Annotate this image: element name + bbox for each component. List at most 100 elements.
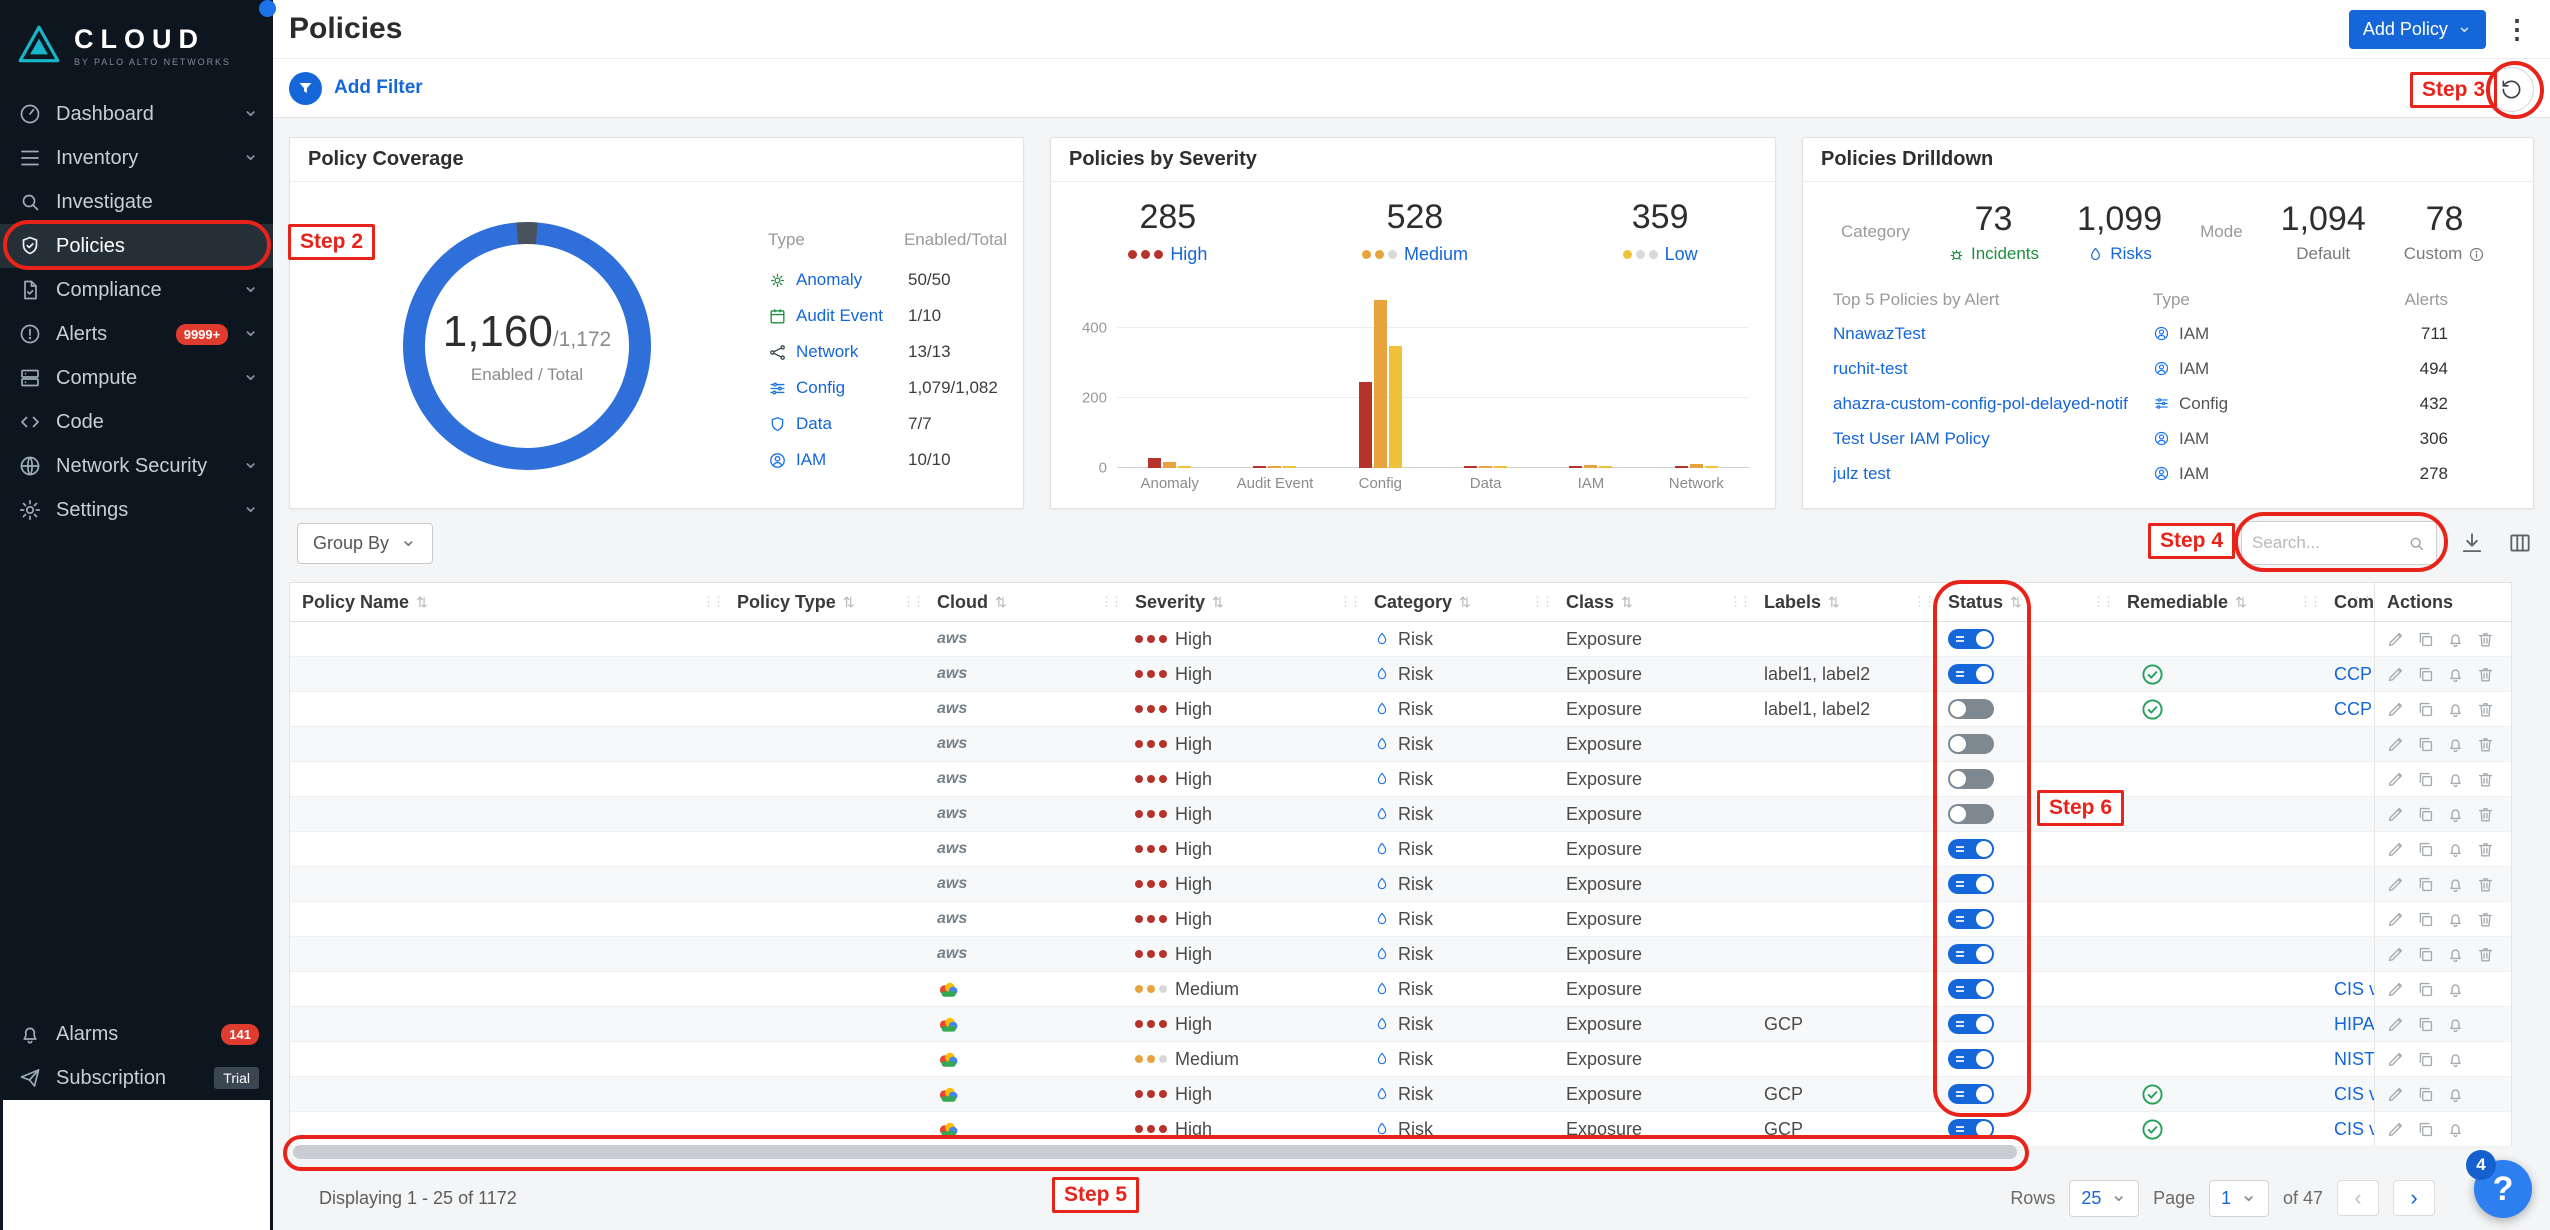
column-header-policy_name[interactable]: Policy Name ⇅ ⋮⋮ bbox=[290, 583, 725, 621]
sidebar-item-policies[interactable]: Policies bbox=[0, 224, 273, 268]
sort-icon[interactable]: ⇅ bbox=[2235, 594, 2247, 611]
compliance-link[interactable]: CIS v bbox=[2322, 1112, 2374, 1146]
compliance-link[interactable]: HIPA bbox=[2322, 1007, 2374, 1041]
incidents-link[interactable]: Incidents bbox=[1948, 244, 2039, 264]
rows-per-page-select[interactable]: 25 ⌄ bbox=[2069, 1179, 2140, 1217]
coverage-type-link[interactable]: Data bbox=[768, 414, 908, 434]
policy-link[interactable]: ruchit-test bbox=[1833, 359, 2153, 379]
cell-policy-name bbox=[290, 937, 725, 971]
status-toggle[interactable] bbox=[1948, 944, 1994, 964]
column-header-remediable[interactable]: Remediable ⇅ ⋮⋮ bbox=[2115, 583, 2322, 621]
sort-icon[interactable]: ⇅ bbox=[995, 594, 1007, 611]
column-resize-handle[interactable]: ⋮⋮ bbox=[1913, 594, 1936, 610]
coverage-type-link[interactable]: Audit Event bbox=[768, 306, 908, 326]
policy-link[interactable]: NnawazTest bbox=[1833, 324, 2153, 344]
column-resize-handle[interactable]: ⋮⋮ bbox=[1339, 594, 1362, 610]
add-policy-button[interactable]: Add Policy ⌄ bbox=[2348, 9, 2486, 49]
column-resize-handle[interactable]: ⋮⋮ bbox=[902, 594, 925, 610]
sidebar-item-compute[interactable]: Compute ⌄ bbox=[0, 356, 273, 400]
page-select[interactable]: 1 ⌄ bbox=[2209, 1179, 2269, 1217]
sidebar-item-alerts[interactable]: Alerts 9999+ ⌄ bbox=[0, 312, 273, 356]
add-filter-button[interactable]: Add Filter bbox=[334, 77, 423, 99]
cell-category: Risk bbox=[1362, 1112, 1554, 1146]
sidebar-item-network-security[interactable]: Network Security ⌄ bbox=[0, 444, 273, 488]
sidebar-item-code[interactable]: Code bbox=[0, 400, 273, 444]
severity-link[interactable]: Low bbox=[1622, 244, 1698, 265]
column-header-cloud[interactable]: Cloud ⇅ ⋮⋮ bbox=[925, 583, 1123, 621]
column-resize-handle[interactable]: ⋮⋮ bbox=[1531, 594, 1554, 610]
download-button[interactable] bbox=[2459, 530, 2485, 556]
sidebar-item-compliance[interactable]: Compliance ⌄ bbox=[0, 268, 273, 312]
sort-icon[interactable]: ⇅ bbox=[416, 594, 428, 611]
column-resize-handle[interactable]: ⋮⋮ bbox=[2092, 594, 2115, 610]
column-header-status[interactable]: Status ⇅ ⋮⋮ bbox=[1936, 583, 2115, 621]
status-toggle[interactable] bbox=[1948, 1119, 1994, 1139]
status-toggle[interactable] bbox=[1948, 1049, 1994, 1069]
sort-icon[interactable]: ⇅ bbox=[1459, 594, 1471, 611]
status-toggle[interactable] bbox=[1948, 734, 1994, 754]
status-toggle[interactable] bbox=[1948, 629, 1994, 649]
sidebar-item-label: Policies bbox=[56, 234, 125, 257]
sort-icon[interactable]: ⇅ bbox=[1828, 594, 1840, 611]
search-input[interactable] bbox=[2252, 533, 2401, 553]
severity-link[interactable]: Medium bbox=[1361, 244, 1468, 265]
status-toggle[interactable] bbox=[1948, 664, 1994, 684]
column-resize-handle[interactable]: ⋮⋮ bbox=[2299, 594, 2322, 610]
compliance-link[interactable]: CIS v bbox=[2322, 1077, 2374, 1111]
status-toggle[interactable] bbox=[1948, 699, 1994, 719]
risks-link[interactable]: Risks bbox=[2077, 244, 2162, 264]
sidebar-item-inventory[interactable]: Inventory ⌄ bbox=[0, 136, 273, 180]
sidebar-item-alarms[interactable]: Alarms 141 bbox=[0, 1012, 273, 1056]
kebab-menu-button[interactable]: ⋮ bbox=[2500, 12, 2534, 46]
column-resize-handle[interactable]: ⋮⋮ bbox=[1729, 594, 1752, 610]
sidebar-item-subscription[interactable]: Subscription Trial bbox=[0, 1056, 273, 1100]
compliance-link[interactable]: CIS v bbox=[2322, 972, 2374, 1006]
policy-link[interactable]: Test User IAM Policy bbox=[1833, 429, 2153, 449]
cell-status bbox=[1936, 902, 2115, 936]
reset-filters-button[interactable] bbox=[2489, 67, 2534, 112]
status-toggle[interactable] bbox=[1948, 839, 1994, 859]
column-header-compliance[interactable]: Comp⋮⋮ bbox=[2322, 583, 2374, 621]
column-header-class[interactable]: Class ⇅ ⋮⋮ bbox=[1554, 583, 1752, 621]
sidebar-item-dashboard[interactable]: Dashboard ⌄ bbox=[0, 92, 273, 136]
policy-link[interactable]: julz test bbox=[1833, 464, 2153, 484]
coverage-type-link[interactable]: IAM bbox=[768, 450, 908, 470]
previous-page-button[interactable]: ‹ bbox=[2337, 1180, 2379, 1216]
column-header-policy_type[interactable]: Policy Type ⇅ ⋮⋮ bbox=[725, 583, 925, 621]
status-toggle[interactable] bbox=[1948, 769, 1994, 789]
column-resize-handle[interactable]: ⋮⋮ bbox=[1100, 594, 1123, 610]
horizontal-scrollbar[interactable] bbox=[293, 1145, 2017, 1159]
sort-icon[interactable]: ⇅ bbox=[1212, 594, 1224, 611]
compliance-link[interactable]: NIST bbox=[2322, 1042, 2374, 1076]
severity-link[interactable]: High bbox=[1128, 244, 1207, 265]
column-resize-handle[interactable]: ⋮⋮ bbox=[702, 594, 725, 610]
status-toggle[interactable] bbox=[1948, 979, 1994, 999]
column-header-labels[interactable]: Labels ⇅ ⋮⋮ bbox=[1752, 583, 1936, 621]
risk-icon bbox=[1374, 1016, 1390, 1032]
sort-icon[interactable]: ⇅ bbox=[1621, 594, 1633, 611]
column-header-actions[interactable]: Actions bbox=[2374, 583, 2510, 621]
status-toggle[interactable] bbox=[1948, 804, 1994, 824]
status-toggle[interactable] bbox=[1948, 909, 1994, 929]
column-settings-button[interactable] bbox=[2507, 530, 2533, 556]
status-toggle[interactable] bbox=[1948, 1084, 1994, 1104]
sort-icon[interactable]: ⇅ bbox=[2010, 594, 2022, 611]
column-header-category[interactable]: Category ⇅ ⋮⋮ bbox=[1362, 583, 1554, 621]
compliance-link[interactable]: CCP bbox=[2322, 692, 2374, 726]
status-toggle[interactable] bbox=[1948, 1014, 1994, 1034]
help-button[interactable]: ? 4 bbox=[2466, 1150, 2532, 1218]
status-toggle[interactable] bbox=[1948, 874, 1994, 894]
compliance-link[interactable]: CCP bbox=[2322, 657, 2374, 691]
policy-link[interactable]: ahazra-custom-config-pol-delayed-notif bbox=[1833, 394, 2153, 414]
coverage-type-link[interactable]: Anomaly bbox=[768, 270, 908, 290]
sidebar-item-settings[interactable]: Settings ⌄ bbox=[0, 488, 273, 532]
coverage-type-link[interactable]: Config bbox=[768, 378, 908, 398]
group-by-button[interactable]: Group By ⌄ bbox=[297, 522, 433, 564]
sidebar-item-investigate[interactable]: Investigate bbox=[0, 180, 273, 224]
column-header-severity[interactable]: Severity ⇅ ⋮⋮ bbox=[1123, 583, 1362, 621]
sidebar-collapse-button[interactable] bbox=[259, 0, 276, 17]
coverage-type-link[interactable]: Network bbox=[768, 342, 908, 362]
sort-icon[interactable]: ⇅ bbox=[843, 594, 855, 611]
next-page-button[interactable]: › bbox=[2393, 1180, 2435, 1216]
column-resize-handle[interactable]: ⋮⋮ bbox=[2351, 594, 2374, 610]
